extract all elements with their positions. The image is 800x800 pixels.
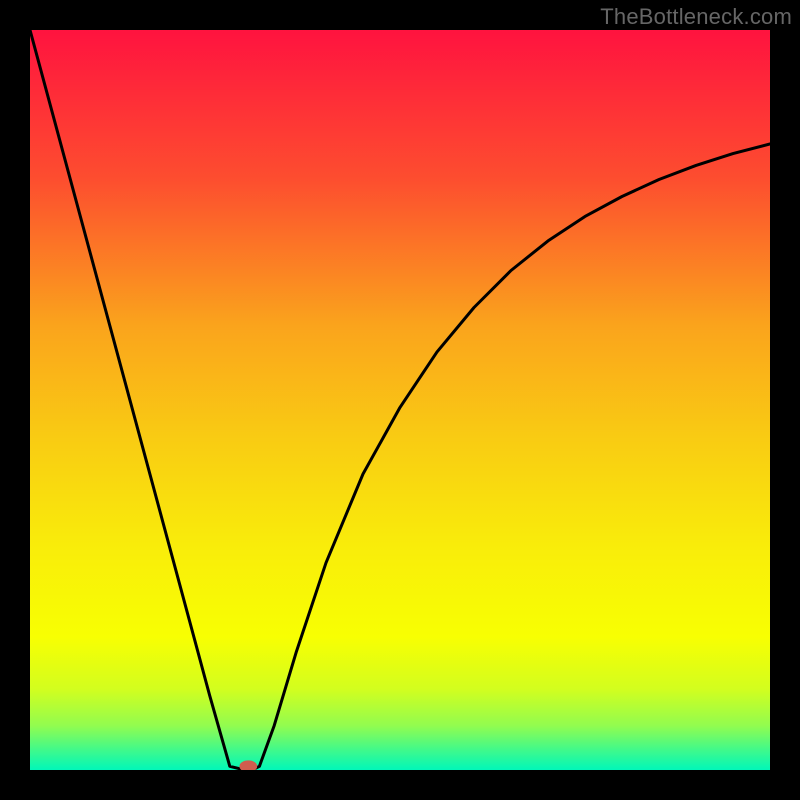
minimum-marker [239, 760, 257, 770]
watermark-text: TheBottleneck.com [600, 4, 792, 30]
bottleneck-curve [30, 30, 770, 770]
chart-frame [30, 30, 770, 770]
chart-plot-area [30, 30, 770, 770]
